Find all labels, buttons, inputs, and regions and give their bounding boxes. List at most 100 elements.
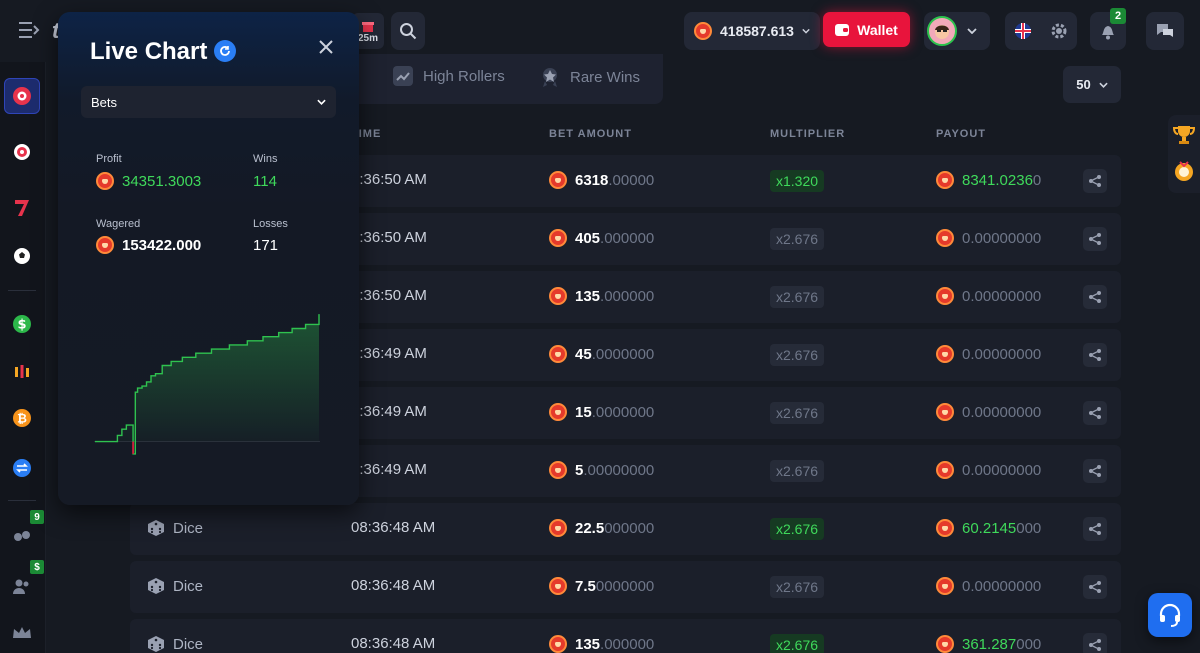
sidebar-item-crypto[interactable]: ₿ — [4, 400, 40, 436]
sidebar-item-casino[interactable] — [4, 78, 40, 114]
uk-flag-icon[interactable] — [1014, 22, 1032, 40]
bet-amount-main: 6318 — [575, 171, 609, 189]
profile-menu[interactable] — [924, 12, 990, 50]
tab-high-rollers[interactable]: High Rollers — [393, 66, 505, 86]
balance-selector[interactable]: 418587.613 — [684, 12, 820, 50]
bet-amount-cell: 135.000000 — [549, 635, 654, 653]
headset-icon — [1159, 603, 1181, 627]
share-button[interactable] — [1083, 343, 1107, 367]
share-icon — [1089, 291, 1101, 303]
promo-timer-text: 25m — [357, 32, 378, 44]
share-button[interactable] — [1083, 633, 1107, 653]
time-cell: 8:36:50 AM — [351, 229, 427, 246]
bell-icon — [1102, 26, 1114, 40]
share-icon — [1089, 175, 1101, 187]
share-button[interactable] — [1083, 459, 1107, 483]
wallet-button[interactable]: Wallet — [823, 12, 910, 47]
menu-icon[interactable] — [18, 21, 40, 39]
svg-text:₿: ₿ — [17, 412, 27, 426]
dice-icon — [148, 636, 164, 652]
share-button[interactable] — [1083, 227, 1107, 251]
share-button[interactable] — [1083, 169, 1107, 193]
bet-amount-cell: 135.000000 — [549, 287, 654, 305]
sidebar-item-sports[interactable] — [4, 238, 40, 274]
chart-mode-value: Bets — [91, 94, 118, 110]
notifications-button[interactable]: 2 — [1090, 8, 1126, 50]
payout-decimals: 0.00000000 — [962, 229, 1042, 247]
payout-decimals: 0.00000000 — [962, 403, 1042, 421]
notification-count-badge: 2 — [1110, 8, 1126, 24]
sidebar-item-affiliates[interactable]: $ — [4, 560, 44, 604]
bet-amount-decimals: .000000 — [600, 229, 655, 247]
share-icon — [1089, 523, 1101, 535]
share-icon — [1089, 407, 1101, 419]
refresh-icon[interactable] — [214, 40, 236, 62]
game-cell[interactable]: Dice — [147, 519, 203, 537]
bet-amount-cell: 7.50000000 — [549, 577, 654, 595]
payout-decimals: 0.00000000 — [962, 461, 1042, 479]
chat-button[interactable] — [1146, 12, 1184, 50]
share-button[interactable] — [1083, 575, 1107, 599]
reward-avatar-icon[interactable] — [1173, 159, 1195, 183]
search-button[interactable] — [391, 12, 425, 50]
sidebar-item-cash[interactable]: $ — [4, 306, 40, 342]
close-icon[interactable] — [316, 37, 336, 57]
currency-coin-icon — [549, 403, 567, 421]
soccer-ball-icon — [14, 248, 30, 264]
table-row[interactable]: Dice 08:36:48 AM 135.000000 x2.676 361.28700… — [130, 619, 1121, 653]
bet-amount-main: 7.5 — [575, 577, 596, 595]
dollar-coin-icon: $ — [13, 315, 31, 333]
chevron-down-icon — [1099, 82, 1108, 88]
game-cell[interactable]: Dice — [147, 635, 203, 653]
payout-cell: 0.00000000 — [936, 229, 1041, 247]
sidebar-item-social[interactable]: 9 — [4, 510, 44, 554]
sidebar-item-vip[interactable] — [4, 615, 40, 651]
sidebar-item-roulette[interactable] — [4, 134, 40, 170]
bet-amount-cell: 5.00000000 — [549, 461, 654, 479]
share-button[interactable] — [1083, 401, 1107, 425]
currency-coin-icon — [936, 171, 954, 189]
time-cell: 08:36:48 AM — [351, 577, 436, 594]
avatar — [927, 16, 957, 46]
multiplier-badge: x2.676 — [770, 576, 825, 598]
support-chat-button[interactable] — [1148, 593, 1192, 637]
bet-amount-cell: 405.000000 — [549, 229, 654, 247]
wagered-label: Wagered — [96, 218, 141, 230]
sidebar-divider — [8, 500, 36, 501]
sidebar-item-slots[interactable] — [4, 190, 40, 226]
chart-mode-select[interactable]: Bets — [81, 86, 336, 118]
multiplier-badge: x2.676 — [770, 402, 825, 424]
payout-main: 8341.0236 — [962, 171, 1033, 189]
per-page-select[interactable]: 50 — [1063, 66, 1121, 103]
currency-coin-icon — [96, 236, 114, 254]
bet-amount-main: 135 — [575, 287, 601, 305]
language-settings-group — [1005, 12, 1077, 50]
gear-icon[interactable] — [1050, 22, 1068, 40]
sidebar-item-trading[interactable] — [4, 354, 40, 390]
bet-amount-decimals: .00000000 — [583, 461, 655, 479]
bet-amount-main: 405 — [575, 229, 601, 247]
table-row[interactable]: Dice 08:36:48 AM 7.50000000 x2.676 0.0000000… — [130, 561, 1121, 613]
sidebar-item-swap[interactable] — [4, 450, 40, 486]
share-button[interactable] — [1083, 517, 1107, 541]
currency-coin-icon — [936, 403, 954, 421]
share-button[interactable] — [1083, 285, 1107, 309]
table-row[interactable]: Dice 08:36:48 AM 22.5000000 x2.676 60.214500… — [130, 503, 1121, 555]
bet-amount-decimals: 000000 — [604, 519, 655, 537]
bet-amount-main: 45 — [575, 345, 592, 363]
multiplier-badge: x2.676 — [770, 634, 825, 653]
profit-chart — [94, 314, 320, 455]
users-icon — [13, 579, 29, 594]
currency-coin-icon — [549, 229, 567, 247]
bet-amount-decimals: .000000 — [600, 635, 655, 653]
sidebar-badge: $ — [30, 560, 44, 574]
payout-cell: 0.00000000 — [936, 403, 1041, 421]
payout-cell: 0.00000000 — [936, 461, 1041, 479]
time-cell: 8:36:49 AM — [351, 345, 427, 362]
payout-decimals: 0.00000000 — [962, 577, 1042, 595]
payout-cell: 8341.02360 — [936, 171, 1041, 189]
tab-rare-wins[interactable]: Rare Wins — [540, 66, 640, 88]
payout-decimals: 0 — [1032, 171, 1042, 189]
trophy-icon[interactable] — [1172, 123, 1196, 147]
game-cell[interactable]: Dice — [147, 577, 203, 595]
